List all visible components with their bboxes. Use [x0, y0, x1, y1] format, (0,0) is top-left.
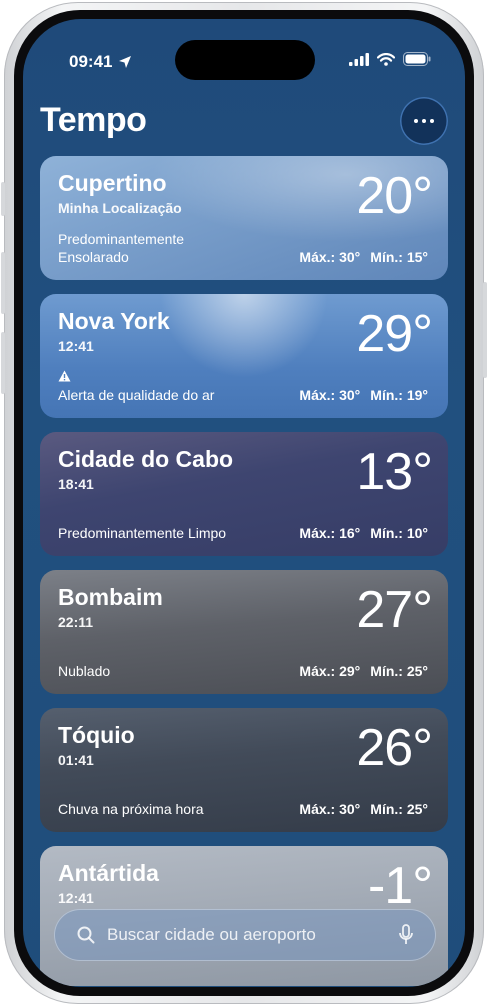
city-subtitle: 18:41	[58, 476, 94, 492]
city-name: Tóquio	[58, 722, 135, 748]
microphone-icon[interactable]	[398, 924, 414, 946]
city-low: Mín.: 15°	[370, 249, 428, 265]
battery-icon	[403, 52, 431, 66]
city-name: Antártida	[58, 860, 159, 886]
search-input[interactable]: Buscar cidade ou aeroporto	[54, 909, 436, 961]
city-name: Nova York	[58, 308, 170, 334]
dynamic-island	[175, 40, 315, 80]
bezel: 09:41 Tempo Cupertino Minha Localização …	[14, 10, 474, 996]
city-card-nova-york[interactable]: Nova York 12:41 29° Alerta de qualidade …	[40, 294, 448, 418]
wifi-icon	[377, 52, 395, 66]
action-button	[1, 182, 5, 216]
city-name: Cidade do Cabo	[58, 446, 234, 472]
city-high: Máx.: 16°	[299, 525, 361, 541]
city-high-low: Máx.: 30° Mín.: 25°	[299, 801, 428, 817]
city-temperature: 27°	[356, 581, 433, 639]
status-bar-indicators	[349, 52, 431, 66]
city-low: Mín.: 19°	[370, 387, 428, 403]
warning-icon	[58, 370, 71, 382]
city-card-toquio[interactable]: Tóquio 01:41 26° Chuva na próxima hora M…	[40, 708, 448, 832]
city-high-low: Máx.: 16° Mín.: 10°	[299, 525, 428, 541]
city-high: Máx.: 29°	[299, 663, 361, 679]
city-condition: Nublado	[58, 663, 111, 679]
city-subtitle: 12:41	[58, 338, 94, 354]
city-card-cidade-do-cabo[interactable]: Cidade do Cabo 18:41 13° Predominantemen…	[40, 432, 448, 556]
city-high-low: Máx.: 30° Mín.: 15°	[299, 249, 428, 265]
city-temperature: 13°	[356, 443, 433, 501]
location-arrow-icon	[119, 56, 132, 68]
screen: 09:41 Tempo Cupertino Minha Localização …	[23, 19, 465, 987]
more-options-button[interactable]	[400, 97, 448, 145]
power-button	[483, 282, 487, 378]
city-low: Mín.: 10°	[370, 525, 428, 541]
ellipsis-icon	[412, 119, 436, 123]
city-temperature: -1°	[367, 857, 433, 915]
city-subtitle: Minha Localização	[58, 200, 182, 216]
city-subtitle: 12:41	[58, 890, 94, 906]
city-condition: Predominantemente Ensolarado	[58, 231, 185, 265]
city-name: Cupertino	[58, 170, 167, 196]
city-name: Bombaim	[58, 584, 163, 610]
phone-frame: 09:41 Tempo Cupertino Minha Localização …	[1, 2, 487, 1004]
city-card-bombaim[interactable]: Bombaim 22:11 27° Nublado Máx.: 29° Mín.:…	[40, 570, 448, 694]
city-high-low: Máx.: 29° Mín.: 25°	[299, 663, 428, 679]
city-high: Máx.: 30°	[299, 387, 361, 403]
volume-up-button	[1, 252, 5, 314]
city-high: Máx.: 30°	[299, 249, 361, 265]
city-high-low: Máx.: 30° Mín.: 19°	[299, 387, 428, 403]
city-low: Mín.: 25°	[370, 801, 428, 817]
city-high: Máx.: 30°	[299, 801, 361, 817]
city-temperature: 20°	[356, 167, 433, 225]
cellular-signal-icon	[349, 52, 369, 66]
status-time-text: 09:41	[69, 52, 113, 71]
status-bar-time: 09:41	[69, 52, 132, 72]
city-condition: Alerta de qualidade do ar	[58, 387, 215, 403]
page-title: Tempo	[40, 101, 147, 139]
city-condition: Predominantemente Limpo	[58, 525, 227, 541]
city-condition: Chuva na próxima hora	[58, 801, 204, 817]
city-subtitle: 01:41	[58, 752, 94, 768]
volume-down-button	[1, 332, 5, 394]
city-card-cupertino[interactable]: Cupertino Minha Localização 20° Predomin…	[40, 156, 448, 280]
city-temperature: 29°	[356, 305, 433, 363]
city-subtitle: 22:11	[58, 614, 94, 630]
city-low: Mín.: 25°	[370, 663, 428, 679]
search-placeholder: Buscar cidade ou aeroporto	[107, 925, 316, 944]
city-temperature: 26°	[356, 719, 433, 777]
search-icon	[77, 926, 95, 944]
